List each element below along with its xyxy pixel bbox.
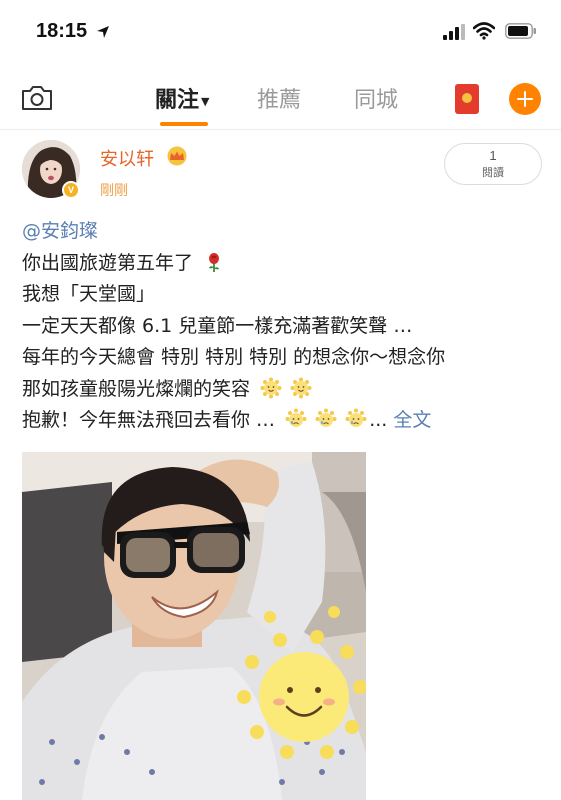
tab-recommend[interactable]: 推薦 <box>257 82 301 114</box>
full-text-link[interactable]: 全文 <box>393 409 431 431</box>
post-photo[interactable] <box>22 452 366 800</box>
post-line-text: 一定天天都像 6.1 兒童節一樣充滿著歡笑聲 … <box>22 314 413 337</box>
post-ellipsis: ... <box>369 409 388 431</box>
post-line: 我想「天堂國」 <box>22 279 542 311</box>
crown-vip-icon[interactable] <box>165 146 189 166</box>
post-line: 一定天天都像 6.1 兒童節一樣充滿著歡笑聲 … <box>22 311 542 343</box>
post-line-text: 我想「天堂國」 <box>22 283 156 305</box>
tab-follow[interactable]: 關注 ▼ <box>155 82 209 114</box>
compose-plus-button[interactable] <box>509 83 541 115</box>
post-line: 那如孩童般陽光燦爛的笑容 <box>22 374 542 406</box>
post-line-text: 你出國旅遊第五年了 <box>22 251 194 274</box>
sun-smile-icon <box>290 377 312 398</box>
post-line: 抱歉！今年無法飛回去看你 … ... 全文 <box>22 405 542 437</box>
status-bar: 18:15 <box>0 0 561 66</box>
post-line: 每年的今天總會 特別 特別 特別 的想念你～想念你 <box>22 342 542 374</box>
read-label: 閱讀 <box>482 166 504 179</box>
battery-icon <box>505 23 536 39</box>
sad-face-icon <box>345 408 367 427</box>
top-nav-bar: 關注 ▼ 推薦 同城 <box>0 66 561 130</box>
post-line-text: 抱歉！今年無法飛回去看你 … <box>22 409 276 431</box>
red-envelope-icon[interactable] <box>455 84 479 114</box>
tab-local[interactable]: 同城 <box>354 82 398 114</box>
chevron-down-icon: ▼ <box>201 94 210 108</box>
photo-image <box>22 452 366 800</box>
camera-icon[interactable] <box>20 84 54 112</box>
read-count-button[interactable]: 1 閱讀 <box>444 143 542 185</box>
tab-follow-label: 關注 <box>155 88 200 113</box>
wifi-icon <box>473 22 495 40</box>
post-text: @安鈞璨 你出國旅遊第五年了 我想「天堂國」 一定天天都像 6.1 兒童節一樣充… <box>22 216 542 437</box>
post-timestamp: 剛剛 <box>100 183 128 199</box>
sad-face-icon <box>315 408 337 427</box>
verified-badge-icon: V <box>62 181 80 199</box>
sun-smile-icon <box>260 377 282 398</box>
read-count: 1 <box>489 148 497 163</box>
rose-icon <box>209 252 220 272</box>
sad-face-icon <box>285 408 307 427</box>
status-time: 18:15 <box>36 20 88 42</box>
post-line: @安鈞璨 <box>22 216 542 248</box>
post-author-name[interactable]: 安以轩 <box>100 145 154 171</box>
post-line: 你出國旅遊第五年了 <box>22 248 542 280</box>
location-arrow-icon <box>97 26 109 38</box>
post-line-text: 每年的今天總會 特別 特別 特別 的想念你～想念你 <box>22 346 446 368</box>
cellular-signal-icon <box>443 24 465 40</box>
active-tab-indicator <box>160 122 208 126</box>
mention-link[interactable]: @安鈞璨 <box>22 220 98 242</box>
post-line-text: 那如孩童般陽光燦爛的笑容 <box>22 377 251 400</box>
